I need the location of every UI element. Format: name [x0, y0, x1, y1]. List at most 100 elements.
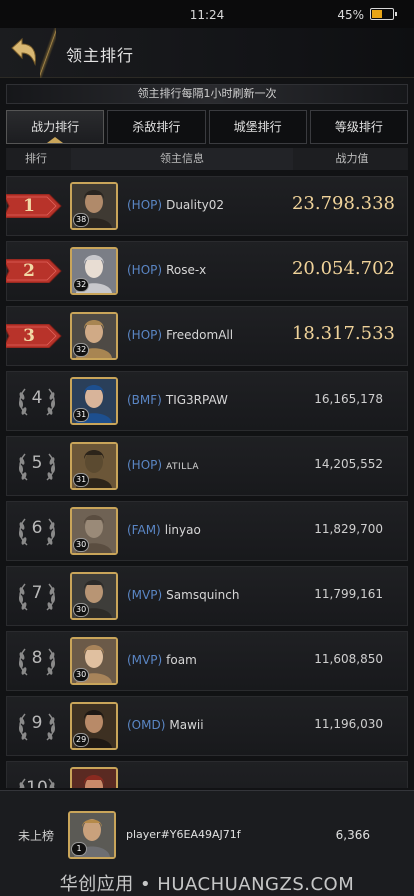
- back-arrow-icon: [11, 37, 36, 66]
- tab-kills[interactable]: 杀敌排行: [107, 110, 206, 144]
- alliance-label: (BMF): [127, 393, 162, 407]
- rank-number: 7: [31, 583, 43, 603]
- rank-number: 5: [31, 453, 43, 473]
- player-power: 16,165,178: [314, 392, 383, 406]
- alliance-label: (HOP): [127, 263, 163, 277]
- alliance-tag: (OMD) Mawii: [127, 718, 204, 732]
- avatar[interactable]: 30: [70, 572, 118, 620]
- avatar[interactable]: 30: [70, 637, 118, 685]
- header: 领主排行: [0, 28, 414, 78]
- rank-number: 1: [23, 196, 35, 216]
- table-row[interactable]: 3 32 (HOP) FreedomAll 18.317.533: [6, 306, 408, 366]
- avatar[interactable]: 31: [70, 377, 118, 425]
- level-badge: 31: [73, 473, 90, 487]
- rank-laurel: 4: [15, 385, 59, 419]
- rank-laurel: 9: [15, 710, 59, 744]
- avatar[interactable]: 32: [70, 312, 118, 360]
- table-row[interactable]: 7 30 (MVP) Samsquinch 11,799,161: [6, 566, 408, 626]
- level-badge: 30: [73, 603, 90, 617]
- table-row[interactable]: 5 31 (HOP) ATILLA 14,205,552: [6, 436, 408, 496]
- player-power: 11,608,850: [314, 652, 383, 666]
- alliance-label: (HOP): [127, 328, 163, 342]
- alliance-tag: [127, 783, 131, 788]
- header-divider: [40, 28, 56, 78]
- rank-laurel: 7: [15, 580, 59, 614]
- rank-ribbon: 3: [6, 324, 63, 348]
- avatar[interactable]: [70, 767, 118, 788]
- player-name: FreedomAll: [166, 328, 234, 342]
- player-name: TIG3RPAW: [165, 393, 228, 407]
- rank-number: 6: [31, 518, 43, 538]
- avatar[interactable]: 30: [70, 507, 118, 555]
- table-row[interactable]: 4 31 (BMF) TIG3RPAW 16,165,178: [6, 371, 408, 431]
- player-power: 11,799,161: [314, 587, 383, 601]
- page-title: 领主排行: [66, 46, 135, 65]
- player-name: foam: [166, 653, 197, 667]
- ranking-list[interactable]: 1 38 (HOP) Duality02 23.798.338 2 32 (HO…: [6, 176, 408, 788]
- alliance-label: (OMD): [127, 718, 166, 732]
- table-row[interactable]: 6 30 (FAM) linyao 11,829,700: [6, 501, 408, 561]
- rank-number: 4: [31, 388, 43, 408]
- table-row[interactable]: 1 38 (HOP) Duality02 23.798.338: [6, 176, 408, 236]
- rank-number: 9: [31, 713, 43, 733]
- rank-laurel: 8: [15, 645, 59, 679]
- tab-level[interactable]: 等级排行: [309, 110, 408, 144]
- column-info: 领主信息: [71, 148, 293, 170]
- rank-laurel: 10: [15, 775, 59, 788]
- battery-icon: [370, 8, 397, 20]
- avatar[interactable]: 38: [70, 182, 118, 230]
- rank-laurel: 6: [15, 515, 59, 549]
- avatar[interactable]: 1: [68, 811, 116, 859]
- back-button[interactable]: [6, 34, 42, 72]
- tab-castle[interactable]: 城堡排行: [208, 110, 307, 144]
- alliance-tag: (HOP) Rose-x: [127, 263, 206, 277]
- alliance-tag: (MVP) Samsquinch: [127, 588, 239, 602]
- player-name: Rose-x: [166, 263, 207, 277]
- alliance-tag: (HOP) FreedomAll: [127, 328, 233, 342]
- player-power: 11,829,700: [314, 522, 383, 536]
- column-power: 战力值: [335, 152, 369, 165]
- alliance-tag: (HOP) ATILLA: [127, 458, 199, 472]
- player-name: Samsquinch: [166, 588, 240, 602]
- tab-power[interactable]: 战力排行: [6, 110, 105, 144]
- table-row[interactable]: 8 30 (MVP) foam 11,608,850: [6, 631, 408, 691]
- watermark: 华创应用 • HUACHUANGZS.COM: [59, 874, 355, 895]
- player-power: 6,366: [335, 828, 370, 842]
- player-name: Duality02: [166, 198, 225, 212]
- player-power: 11,196,030: [314, 717, 383, 731]
- alliance-label: (HOP): [127, 458, 163, 472]
- level-badge: 32: [73, 278, 90, 292]
- avatar[interactable]: 31: [70, 442, 118, 490]
- alliance-label: (HOP): [127, 198, 163, 212]
- rank-number: 8: [31, 648, 43, 668]
- ranking-tabs: 战力排行 杀敌排行 城堡排行 等级排行: [6, 110, 408, 144]
- alliance-label: (MVP): [127, 588, 163, 602]
- avatar[interactable]: 32: [70, 247, 118, 295]
- table-row[interactable]: 2 32 (HOP) Rose-x 20.054.702: [6, 241, 408, 301]
- avatar[interactable]: 29: [70, 702, 118, 750]
- battery-percent: 45%: [337, 8, 364, 22]
- alliance-tag: (FAM) linyao: [127, 523, 201, 537]
- level-badge: 32: [73, 343, 90, 357]
- player-id: player#Y6EA49AJ71f: [126, 828, 241, 841]
- rank-number: 3: [23, 326, 35, 346]
- alliance-label: (FAM): [127, 523, 161, 537]
- alliance-tag: (HOP) Duality02: [127, 198, 224, 212]
- level-badge: 30: [73, 668, 90, 682]
- table-row[interactable]: 9 29 (OMD) Mawii 11,196,030: [6, 696, 408, 756]
- rank-number: 2: [23, 261, 35, 281]
- player-power: 23.798.338: [291, 193, 395, 214]
- level-badge: 1: [71, 842, 87, 856]
- refresh-notice: 领主排行每隔1小时刷新一次: [6, 84, 408, 104]
- rank-ribbon: 2: [6, 259, 63, 283]
- player-name: Mawii: [169, 718, 204, 732]
- player-power: 18.317.533: [291, 323, 395, 344]
- level-badge: 29: [73, 733, 90, 747]
- alliance-tag: (BMF) TIG3RPAW: [127, 393, 228, 407]
- player-name: linyao: [164, 523, 201, 537]
- table-row[interactable]: 10: [6, 761, 408, 788]
- alliance-label: (MVP): [127, 653, 163, 667]
- rank-laurel: 5: [15, 450, 59, 484]
- rank-ribbon: 1: [6, 194, 63, 218]
- column-rank: 排行: [25, 152, 47, 165]
